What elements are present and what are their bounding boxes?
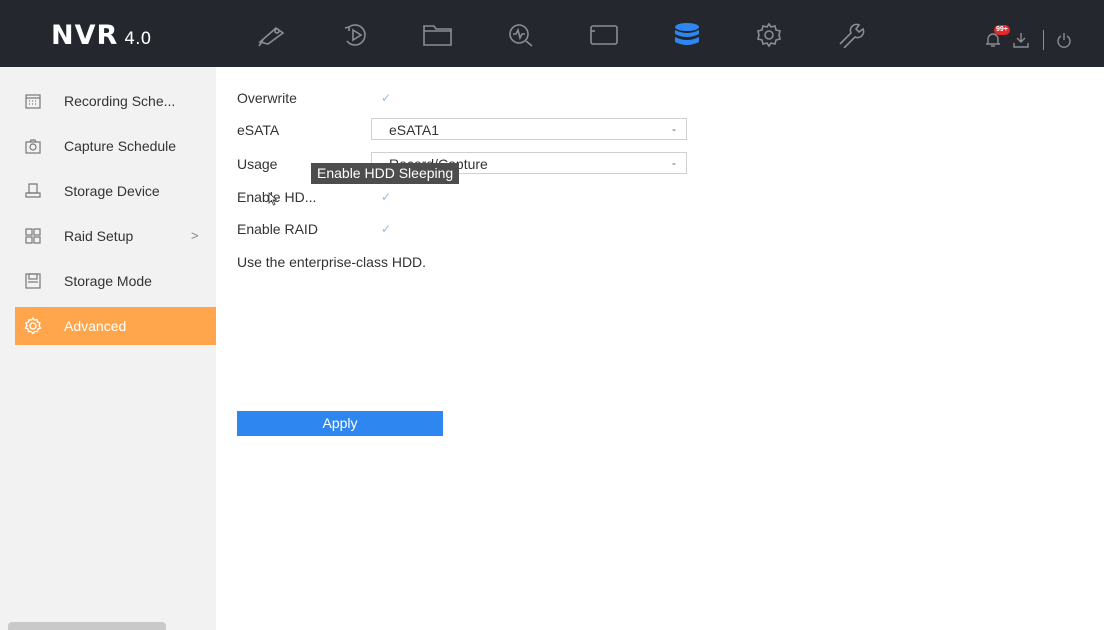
raid-icon <box>24 227 42 245</box>
download-icon[interactable] <box>1012 32 1030 53</box>
snapshot-icon <box>24 137 42 155</box>
hdd-note: Use the enterprise-class HDD. <box>237 254 427 270</box>
overwrite-checkbox[interactable]: ✓ <box>381 91 391 105</box>
brand-version: 4.0 <box>124 29 152 49</box>
calendar-icon <box>24 92 42 110</box>
chevron-down-icon: - <box>672 156 676 170</box>
chevron-right-icon: > <box>191 228 199 243</box>
search-icon[interactable] <box>505 22 537 48</box>
sidebar-item-label: Storage Device <box>64 183 160 199</box>
tooltip: Enable HDD Sleeping <box>311 163 460 184</box>
sidebar-item-recording-schedule[interactable]: Recording Sche... <box>0 82 216 120</box>
top-bar: NVR 4.0 99+ <box>0 0 1104 67</box>
sidebar-item-label: Capture Schedule <box>64 138 177 154</box>
chevron-down-icon: - <box>672 122 676 136</box>
raid-checkbox[interactable]: ✓ <box>381 222 391 236</box>
hdd-sleep-checkbox[interactable]: ✓ <box>381 190 391 204</box>
sidebar: Recording Sche... Capture Schedule Stora… <box>0 67 216 630</box>
esata-select[interactable]: eSATA1 - <box>371 118 687 140</box>
alarm-badge: 99+ <box>994 25 1010 35</box>
hdd-icon <box>24 182 42 200</box>
apply-button[interactable]: Apply <box>237 411 443 436</box>
screen-icon[interactable] <box>588 22 620 48</box>
wrench-icon[interactable] <box>836 22 868 48</box>
sidebar-item-label: Advanced <box>64 318 127 334</box>
esata-label: eSATA <box>237 122 280 138</box>
sidebar-item-advanced[interactable]: Advanced <box>15 307 216 345</box>
usage-label: Usage <box>237 156 278 172</box>
sidebar-scrollbar[interactable] <box>8 622 166 630</box>
mouse-cursor-icon <box>268 192 278 211</box>
raid-label: Enable RAID <box>237 221 318 237</box>
sidebar-item-capture-schedule[interactable]: Capture Schedule <box>0 127 216 165</box>
brand-name: NVR <box>51 20 119 51</box>
power-icon[interactable] <box>1056 32 1072 53</box>
gear-icon[interactable] <box>753 22 785 48</box>
storage-mode-icon <box>24 272 42 290</box>
playback-icon[interactable] <box>340 22 372 48</box>
storage-icon[interactable] <box>671 22 703 48</box>
overwrite-label: Overwrite <box>237 90 297 106</box>
brand-logo: NVR 4.0 <box>51 22 151 53</box>
sidebar-item-raid-setup[interactable]: Raid Setup > <box>0 217 216 255</box>
sidebar-item-label: Recording Sche... <box>64 93 176 109</box>
sidebar-item-storage-device[interactable]: Storage Device <box>0 172 216 210</box>
divider <box>1043 30 1045 55</box>
advanced-gear-icon <box>24 316 42 335</box>
sidebar-item-label: Raid Setup <box>64 228 134 244</box>
esata-select-value: eSATA1 <box>389 122 440 138</box>
folder-icon[interactable] <box>422 22 454 48</box>
sidebar-item-storage-mode[interactable]: Storage Mode <box>0 262 216 300</box>
sidebar-item-label: Storage Mode <box>64 273 152 289</box>
alarm-icon[interactable] <box>985 32 1001 53</box>
camera-icon[interactable] <box>256 22 288 48</box>
